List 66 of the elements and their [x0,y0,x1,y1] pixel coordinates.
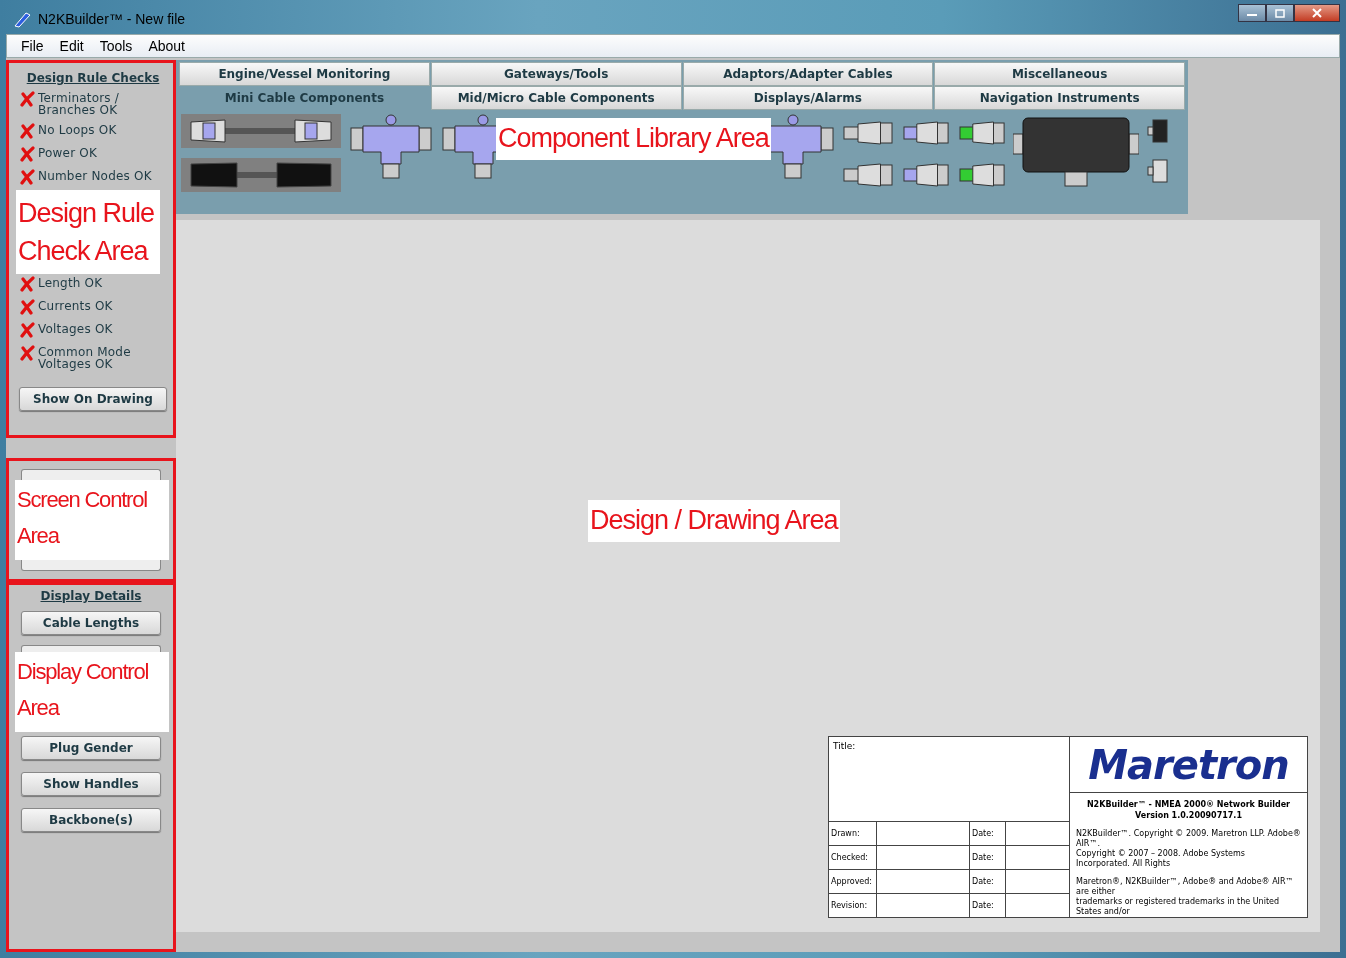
menu-item[interactable]: Tools [91,38,141,54]
cable-icon [181,158,341,192]
toggle-button[interactable]: Cable Lengths [21,611,161,635]
partial-button[interactable] [21,469,161,480]
tab[interactable]: Engine/Vessel Monitoring [179,62,430,86]
field-label: Drawn: [829,822,877,845]
field-label: Date: [970,870,1006,893]
connector-icon [959,120,1005,146]
field-label: Checked: [829,846,877,869]
junction-box-icon [1013,114,1139,188]
check-label: Common Mode Voltages OK [38,346,131,370]
check-label: Terminators / Branches OK [38,92,120,116]
tab[interactable]: Adaptors/Adapter Cables [682,62,934,86]
partial-button[interactable] [21,560,161,571]
check-label: No Loops OK [38,124,117,136]
menu-item[interactable]: Edit [51,38,92,54]
product-name: N2KBuilder™ - NMEA 2000® Network Builder [1086,799,1291,810]
title-label: Title: [833,741,856,751]
section-heading: Display Details [40,589,142,603]
field-label: Revision: [829,894,877,917]
menu-item[interactable]: File [13,38,52,54]
close-button[interactable] [1294,4,1340,22]
annotation-label: Design / Drawing Area [588,500,840,542]
field-label: Approved: [829,870,877,893]
close-icon [1312,8,1322,18]
connector-icon [959,162,1005,188]
window-title: N2KBuilder™ - New file [38,11,186,27]
field-label: Date: [970,822,1006,845]
connector-icon [843,162,893,188]
menu-item[interactable]: About [140,38,193,54]
show-on-drawing-button[interactable]: Show On Drawing [19,387,167,411]
connector-icon [903,120,949,146]
toggle-button[interactable]: Backbone(s) [21,808,161,832]
tab[interactable]: Navigation Instruments [934,86,1185,110]
maximize-icon [1275,8,1285,18]
check-label: Number Nodes OK [38,170,152,182]
check-label: Voltages OK [38,323,113,335]
connector-icon [843,120,893,146]
connector-icon [903,162,949,188]
check-label: Currents OK [38,300,113,312]
copyright-text: N2KBuilder™. Copyright © 2009. Maretron LLP. Adobe® AIR™. Copyright © 2007 – 2008. Adobe Systems Incorporated. All Rights [1075,829,1302,869]
tab[interactable]: Gateways/Tools [430,62,682,86]
tab[interactable]: Mid/Micro Cable Components [430,86,682,110]
maximize-button[interactable] [1266,4,1294,22]
terminator-icon [1147,158,1169,184]
annotation-label: Component Library Area [496,118,771,160]
partial-button[interactable] [21,645,161,652]
field-label: Date: [970,894,1006,917]
toggle-button[interactable]: Plug Gender [21,736,161,760]
cable-icon [181,114,341,148]
check-label: Power OK [38,147,97,159]
annotation-label: Screen Control Area [15,480,169,560]
copyright-text: Maretron®, N2KBuilder™, Adobe® and Adobe® AIR™ are either trademarks or registered trademarks in the United States and/or [1075,877,1295,917]
logo: Maretron [1088,741,1289,788]
section-heading: Design Rule Checks [26,71,160,85]
toggle-button[interactable]: Show Handles [21,772,161,796]
tab[interactable]: Displays/Alarms [682,86,934,110]
minimize-button[interactable] [1238,4,1266,22]
tee-connector-icon [349,114,433,180]
terminator-icon [1147,118,1169,144]
annotation-label: Display Control Area [15,652,169,732]
tab[interactable]: Miscellaneous [934,62,1185,86]
field-label: Date: [970,846,1006,869]
annotation-label: Design Rule Check Area [16,190,160,274]
version-text: Version 1.0.20090717.1 [1135,810,1242,821]
check-label: Length OK [38,277,103,289]
